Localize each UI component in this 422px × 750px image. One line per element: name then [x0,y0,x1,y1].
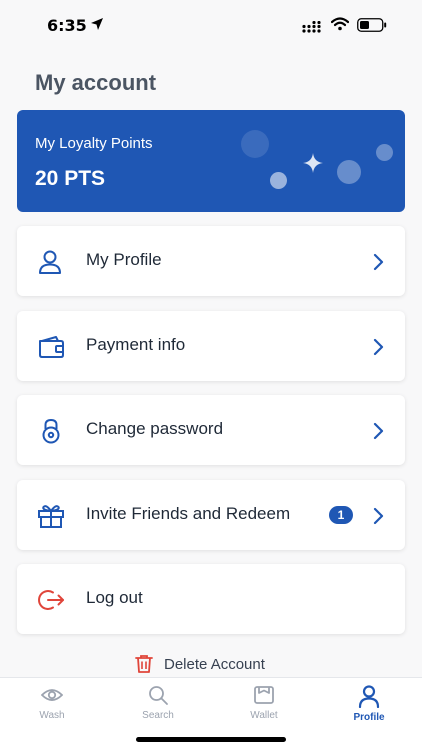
tab-label: Search [142,710,174,721]
status-time: 6:35 [47,16,87,35]
menu-item-label: My Profile [86,250,162,269]
logout-icon [38,590,64,610]
menu-item-label: Payment info [86,335,186,354]
gift-icon [38,505,64,528]
menu-item-log-out[interactable]: Log out [17,564,405,634]
wallet-icon [39,336,64,358]
decorative-circle [376,144,393,161]
menu-item-change-password[interactable]: Change password [17,395,405,465]
decorative-circle [270,172,287,189]
tab-wallet[interactable]: Wallet [229,684,299,728]
decorative-circle [241,130,269,158]
menu-item-my-profile[interactable]: My Profile [17,226,405,296]
decorative-circle [337,160,361,184]
search-icon [149,686,168,705]
trash-icon [135,655,153,673]
lock-icon [42,418,60,444]
chevron-right-icon [373,422,384,440]
loyalty-points-card[interactable]: My Loyalty Points 20 PTS [17,110,405,212]
invite-count-badge: 1 [329,506,353,524]
user-icon [39,250,61,274]
menu-item-payment-info[interactable]: Payment info [17,311,405,381]
delete-account-label: Delete Account [164,656,265,673]
location-arrow-icon [91,18,103,30]
eye-icon [41,689,63,701]
home-indicator [136,737,286,742]
loyalty-points-value: 20 PTS [35,167,106,190]
chevron-right-icon [373,338,384,356]
profile-icon [358,685,380,708]
menu-item-label: Change password [86,419,224,438]
tab-label: Profile [353,712,385,723]
status-bar: 6:35 [0,0,422,52]
wifi-icon [331,17,349,31]
tab-label: Wallet [250,710,278,721]
tab-profile[interactable]: Profile [334,684,404,728]
loyalty-label: My Loyalty Points [35,135,153,152]
chevron-right-icon [373,253,384,271]
page-title: My account [35,70,157,95]
menu-item-label: Log out [86,588,143,607]
tab-search[interactable]: Search [123,684,193,728]
battery-icon [357,18,387,32]
tab-wash[interactable]: Wash [17,684,87,728]
chevron-right-icon [373,507,384,525]
wallet-tab-icon [254,686,274,704]
sparkle-icon [303,153,323,173]
tab-label: Wash [39,710,65,721]
menu-item-label: Invite Friends and Redeem [86,504,291,523]
menu-item-invite-friends[interactable]: Invite Friends and Redeem 1 [17,480,405,550]
signal-icon [302,21,321,33]
